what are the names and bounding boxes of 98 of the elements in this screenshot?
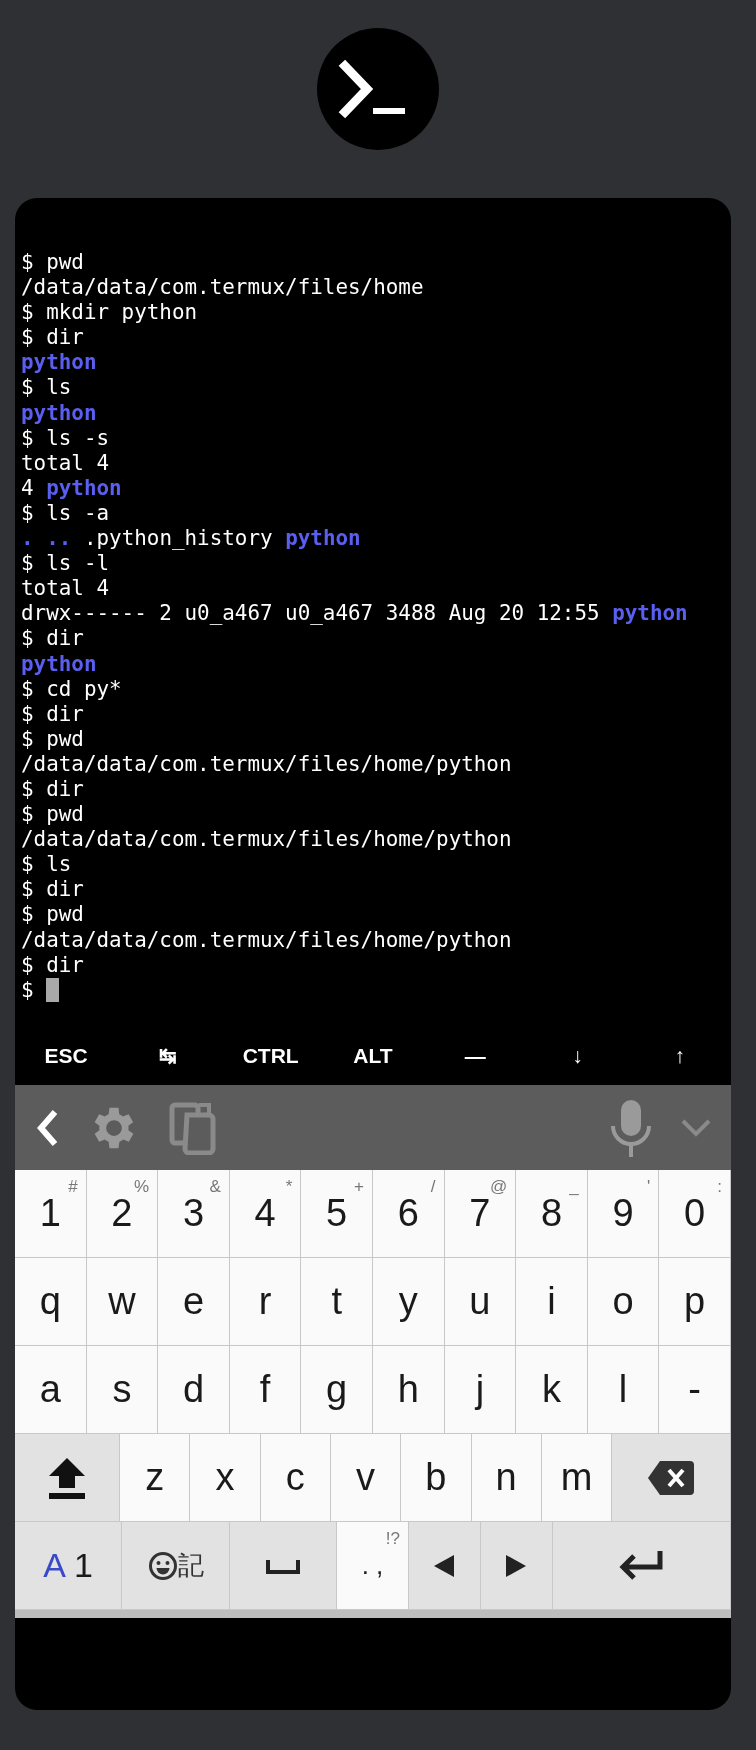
keyboard-key[interactable]: z — [119, 1434, 191, 1522]
extra-key[interactable]: ↑ — [628, 1036, 731, 1076]
keyboard-key[interactable] — [480, 1522, 553, 1610]
directory-name: python — [21, 350, 97, 376]
terminal-text: $ pwd — [21, 726, 84, 752]
keyboard-key[interactable]: e — [158, 1258, 230, 1346]
keyboard-key[interactable]: 5 + — [301, 1170, 373, 1258]
keyboard-key[interactable] — [229, 1522, 338, 1610]
keyboard-key[interactable]: 2 % — [86, 1170, 159, 1258]
keyboard-key[interactable] — [15, 1434, 120, 1522]
terminal-text: $ ls -s — [21, 425, 110, 451]
directory-name: python — [46, 475, 122, 501]
enter-icon — [618, 1550, 665, 1581]
keyboard-key[interactable]: h — [372, 1346, 445, 1434]
extra-key[interactable]: ↓ — [526, 1036, 629, 1076]
extra-key[interactable]: ESC — [15, 1036, 118, 1076]
terminal-text: $ dir — [21, 626, 84, 652]
directory-name: python — [612, 601, 688, 627]
keyboard-key[interactable]: p — [659, 1258, 731, 1346]
keyboard-key[interactable]: x — [190, 1434, 261, 1522]
clipboard-icon[interactable] — [169, 1100, 219, 1155]
keyboard-key[interactable]: 1 # — [15, 1170, 87, 1258]
keyboard-key[interactable]: 6 / — [372, 1170, 445, 1258]
left-triangle-icon — [434, 1554, 455, 1577]
extra-key[interactable]: — — [424, 1036, 527, 1076]
terminal-text: $ pwd — [21, 802, 84, 828]
keyboard-key[interactable]: u — [444, 1258, 517, 1346]
keyboard-key[interactable]: o — [587, 1258, 660, 1346]
shift-icon — [47, 1455, 87, 1500]
keyboard-key[interactable]: 記 — [122, 1522, 230, 1610]
space-icon — [265, 1557, 300, 1574]
terminal-text: drwx------ 2 u0_a467 u0_a467 3488 Aug 20 12:55 — [21, 601, 600, 627]
keyboard-key[interactable]: b — [401, 1434, 472, 1522]
keyboard-key[interactable]: - — [659, 1346, 731, 1434]
terminal-text: $ dir — [21, 877, 84, 903]
terminal-text: total 4 — [21, 450, 110, 476]
backspace-icon — [648, 1460, 695, 1495]
terminal-text: $ dir — [21, 776, 84, 803]
terminal-text: $ ls -l — [21, 551, 110, 577]
terminal-text: /data/data/com.termux/files/home/python — [21, 827, 512, 853]
terminal-text: $ ls -a — [21, 500, 110, 527]
keyboard-key[interactable]: . , !? — [337, 1522, 409, 1610]
keyboard-key[interactable]: r — [229, 1258, 302, 1346]
keyboard-key[interactable]: c — [260, 1434, 331, 1522]
directory-name: .. — [46, 526, 72, 552]
terminal-text: $ dir — [21, 325, 84, 351]
keyboard-key[interactable]: i — [516, 1258, 588, 1346]
keyboard-key[interactable]: 3 & — [158, 1170, 230, 1258]
terminal-text: $ ls — [21, 852, 72, 878]
terminal-text: $ pwd — [21, 250, 84, 276]
keyboard-key[interactable]: y — [372, 1258, 445, 1346]
directory-name: . — [21, 526, 34, 552]
keyboard-key[interactable]: q — [15, 1258, 87, 1346]
terminal-text: total 4 — [21, 576, 110, 602]
extra-key[interactable]: ↹ — [117, 1036, 220, 1076]
keyboard-key[interactable]: 4 * — [229, 1170, 302, 1258]
keyboard-key[interactable]: s — [86, 1346, 159, 1434]
terminal-text: $ cd py* — [21, 676, 122, 702]
keyboard-key[interactable]: 0 : — [659, 1170, 731, 1258]
keyboard-key[interactable]: t — [301, 1258, 373, 1346]
keyboard-key[interactable]: g — [301, 1346, 373, 1434]
keyboard-key[interactable]: v — [330, 1434, 402, 1522]
directory-name: python — [285, 526, 361, 552]
keyboard-key[interactable]: l — [587, 1346, 660, 1434]
back-chevron-icon[interactable] — [35, 1107, 59, 1148]
terminal-text: /data/data/com.termux/files/home — [21, 275, 424, 301]
keyboard-key[interactable]: 7 @ — [444, 1170, 517, 1258]
terminal-text: $ pwd — [21, 902, 84, 928]
keyboard-key[interactable]: 9 ' — [587, 1170, 660, 1258]
terminal-text: $ dir — [21, 701, 84, 727]
terminal-text: /data/data/com.termux/files/home/python — [21, 751, 512, 777]
directory-name: python — [21, 651, 97, 677]
keyboard-key[interactable]: m — [541, 1434, 613, 1522]
terminal-text: $ mkdir python — [21, 300, 198, 326]
terminal-text: .python_history — [83, 526, 273, 552]
keyboard-key[interactable]: d — [158, 1346, 230, 1434]
keyboard-key[interactable]: j — [444, 1346, 517, 1434]
extra-key[interactable]: ALT — [321, 1036, 425, 1076]
terminal-text: /data/data/com.termux/files/home/python — [21, 927, 512, 953]
keyboard-key[interactable]: 8 _ — [516, 1170, 588, 1258]
keyboard-key[interactable] — [408, 1522, 481, 1610]
keyboard-key[interactable]: a — [15, 1346, 87, 1434]
keyboard-key[interactable]: A 1 — [15, 1522, 123, 1610]
terminal-text: $ — [21, 977, 34, 1003]
directory-name: python — [21, 400, 97, 426]
terminal-logo-icon — [317, 28, 439, 150]
keyboard-key[interactable]: f — [229, 1346, 302, 1434]
keyboard-key[interactable] — [552, 1522, 731, 1610]
keyboard-key[interactable]: w — [86, 1258, 159, 1346]
terminal-text: $ dir — [21, 952, 84, 978]
keyboard-key[interactable]: n — [471, 1434, 542, 1522]
keyboard-key[interactable] — [612, 1434, 731, 1522]
terminal-text: $ ls — [21, 375, 72, 401]
terminal-text: 4 — [21, 475, 34, 501]
smiley-icon — [147, 1550, 178, 1581]
keyboard-key[interactable]: k — [516, 1346, 588, 1434]
extra-key[interactable]: CTRL — [219, 1036, 322, 1076]
right-triangle-icon — [506, 1554, 527, 1577]
